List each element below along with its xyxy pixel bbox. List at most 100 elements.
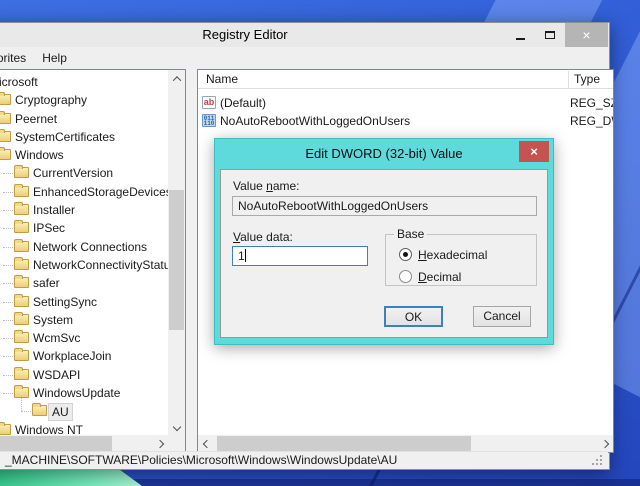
tree-connector	[3, 338, 13, 340]
tree-item-wsdapi[interactable]: WSDAPI	[0, 366, 185, 384]
list-horizontal-scrollbar[interactable]	[198, 435, 613, 452]
scroll-right-button[interactable]	[151, 435, 168, 452]
tree-item-settingsync[interactable]: SettingSync	[0, 293, 185, 311]
minimize-button[interactable]	[505, 23, 535, 47]
titlebar[interactable]: Registry Editor ×	[0, 23, 609, 47]
base-group-label: Base	[394, 227, 428, 241]
ok-button[interactable]: OK	[384, 306, 443, 327]
dword-value-icon: 011 110	[202, 114, 216, 127]
close-icon: ×	[530, 144, 538, 159]
tree-item-label[interactable]: EnhancedStorageDevices	[30, 184, 175, 200]
scroll-up-button[interactable]	[168, 70, 185, 87]
tree-item-label[interactable]: WSDAPI	[30, 367, 83, 383]
decimal-label: Decimal	[418, 269, 462, 284]
tree-item-windows[interactable]: Windows	[0, 146, 185, 164]
tree-item-workplacejoin[interactable]: WorkplaceJoin	[0, 347, 185, 365]
list-hscroll-thumb[interactable]	[217, 436, 471, 451]
tree-item-label[interactable]: Cryptography	[12, 92, 90, 108]
tree-item-label[interactable]: IPSec	[30, 220, 68, 236]
value-name[interactable]: (Default)	[220, 94, 266, 112]
tree-item-enhancedstoragedevices[interactable]: EnhancedStorageDevices	[0, 183, 185, 201]
tree-item-ipsec[interactable]: IPSec	[0, 219, 185, 237]
tree-item-network-connections[interactable]: Network Connections	[0, 238, 185, 256]
scroll-right-button[interactable]	[596, 435, 613, 452]
radio-icon[interactable]	[399, 270, 412, 283]
tree-item-label[interactable]: SystemCertificates	[12, 129, 118, 145]
menu-bar: FileEditViewFavoritesHelp	[0, 47, 609, 69]
folder-icon	[14, 330, 29, 344]
tree-vertical-scrollbar[interactable]	[168, 70, 185, 435]
folder-icon	[14, 220, 29, 234]
tree-item-windowsupdate[interactable]: WindowsUpdate	[0, 384, 185, 402]
tree-item-label[interactable]: Windows NT	[12, 422, 86, 435]
tree-connector	[3, 283, 13, 285]
tree-item-label[interactable]: Network Connections	[30, 239, 150, 255]
tree-item-networkconnectivitystatusindicator[interactable]: NetworkConnectivityStatusIndicator	[0, 256, 185, 274]
tree-item-windows-nt[interactable]: Windows NT	[0, 421, 185, 435]
tree-item-wcmsvc[interactable]: WcmSvc	[0, 329, 185, 347]
tree-item-label[interactable]: SettingSync	[30, 294, 100, 310]
chevron-up-icon	[172, 75, 181, 85]
tree-item-safer[interactable]: safer	[0, 274, 185, 292]
icon-digits: 110	[203, 119, 215, 127]
edit-dword-dialog: Edit DWORD (32-bit) Value × Value name: …	[214, 138, 554, 345]
tree-item-label[interactable]: AU	[48, 403, 73, 422]
cancel-button[interactable]: Cancel	[473, 306, 531, 327]
tree-item-peernet[interactable]: Peernet	[0, 110, 185, 128]
folder-icon	[14, 256, 29, 270]
folder-icon	[14, 293, 29, 307]
close-icon: ×	[582, 27, 591, 43]
registry-tree: Microsoft Cryptography Peernet SystemCertif…	[0, 73, 185, 435]
tree-horizontal-scrollbar[interactable]	[0, 435, 168, 452]
dialog-close-button[interactable]: ×	[519, 141, 549, 162]
tree-item-system[interactable]: System	[0, 311, 185, 329]
tree-item-label[interactable]: Microsoft	[0, 74, 41, 90]
tree-connector	[3, 246, 13, 248]
tree-item-cryptography[interactable]: Cryptography	[0, 91, 185, 109]
tree-item-microsoft[interactable]: Microsoft	[0, 73, 185, 91]
status-path: _MACHINE\SOFTWARE\Policies\Microsoft\Win…	[5, 453, 398, 467]
tree-item-label[interactable]: Windows	[12, 147, 67, 163]
tree-item-systemcertificates[interactable]: SystemCertificates	[0, 128, 185, 146]
tree-item-installer[interactable]: Installer	[0, 201, 185, 219]
tree-item-label[interactable]: safer	[30, 275, 63, 291]
list-header: Name Type	[198, 70, 613, 89]
value-name-label: Value name:	[233, 179, 300, 193]
value-row[interactable]: ab (Default) REG_SZ	[198, 94, 613, 112]
tree-vscroll-thumb[interactable]	[169, 190, 184, 330]
tree-item-label[interactable]: WorkplaceJoin	[30, 348, 114, 364]
tree-item-label[interactable]: Installer	[30, 202, 78, 218]
column-separator[interactable]	[568, 71, 569, 88]
tree-connector	[3, 173, 13, 175]
maximize-button[interactable]	[535, 23, 565, 47]
value-name[interactable]: NoAutoRebootWithLoggedOnUsers	[220, 112, 410, 130]
menu-item-help[interactable]: Help	[34, 47, 75, 69]
resize-grip-icon[interactable]	[600, 455, 602, 457]
menu-item-favorites[interactable]: Favorites	[0, 47, 34, 69]
close-button[interactable]: ×	[565, 23, 608, 47]
base-groupbox: Base Hexadecimal Decimal	[385, 227, 537, 286]
tree-item-label[interactable]: Peernet	[12, 111, 60, 127]
radio-icon[interactable]	[399, 248, 412, 261]
value-name-field[interactable]: NoAutoRebootWithLoggedOnUsers	[232, 196, 537, 216]
tree-item-label[interactable]: System	[30, 312, 76, 328]
tree-hscroll-thumb[interactable]	[0, 436, 112, 451]
chevron-right-icon	[600, 439, 609, 448]
decimal-radio[interactable]: Decimal	[399, 269, 461, 284]
tree-item-label[interactable]: NetworkConnectivityStatusIndicator	[30, 257, 185, 273]
value-row[interactable]: 011 110 NoAutoRebootWithLoggedOnUsers REG_D…	[198, 112, 613, 130]
value-data-input[interactable]: 1	[232, 246, 368, 266]
tree-connector	[3, 319, 13, 321]
value-data-label: Value data:	[233, 230, 293, 244]
scroll-left-button[interactable]	[198, 435, 215, 452]
tree-item-label[interactable]: WindowsUpdate	[30, 385, 123, 401]
tree-item-label[interactable]: CurrentVersion	[30, 165, 116, 181]
wallpaper-dark-edge	[120, 479, 640, 486]
tree-item-au[interactable]: AU	[0, 396, 185, 422]
tree-item-label[interactable]: WcmSvc	[30, 330, 83, 346]
column-header-type[interactable]: Type	[574, 70, 600, 88]
tree-item-currentversion[interactable]: CurrentVersion	[0, 164, 185, 182]
scroll-down-button[interactable]	[168, 418, 185, 435]
column-header-name[interactable]: Name	[206, 70, 238, 88]
hexadecimal-radio[interactable]: Hexadecimal	[399, 247, 487, 262]
